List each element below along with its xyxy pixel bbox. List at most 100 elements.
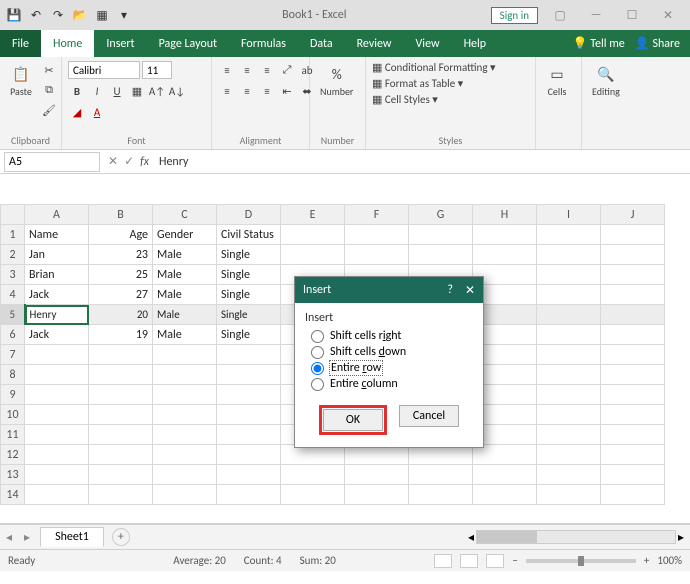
cell[interactable] — [153, 345, 217, 365]
cell[interactable] — [345, 225, 409, 245]
cell[interactable] — [89, 385, 153, 405]
cell[interactable] — [537, 245, 601, 265]
align-center-icon[interactable]: ≡ — [238, 82, 256, 100]
cell[interactable] — [25, 485, 89, 505]
cell[interactable] — [25, 465, 89, 485]
sign-in-button[interactable]: Sign in — [491, 7, 538, 24]
cell[interactable]: Name — [25, 225, 89, 245]
ok-button[interactable]: OK — [323, 409, 383, 431]
cell[interactable] — [281, 485, 345, 505]
cell[interactable] — [153, 445, 217, 465]
cell[interactable] — [473, 485, 537, 505]
cell[interactable] — [473, 225, 537, 245]
scroll-left-icon[interactable]: ◂ — [468, 530, 474, 545]
col-header[interactable]: E — [281, 205, 345, 225]
cell[interactable] — [25, 345, 89, 365]
cut-icon[interactable]: ✂ — [40, 61, 58, 79]
cell[interactable] — [537, 325, 601, 345]
maximize-icon[interactable]: ☐ — [618, 8, 646, 23]
cell[interactable]: Single — [217, 265, 281, 285]
cancel-button[interactable]: Cancel — [399, 405, 459, 427]
cell[interactable] — [281, 225, 345, 245]
row-header[interactable]: 8 — [1, 365, 25, 385]
row-header[interactable]: 4 — [1, 285, 25, 305]
paste-button[interactable]: 📋 Paste — [6, 61, 36, 100]
cell[interactable] — [473, 245, 537, 265]
row-header[interactable]: 9 — [1, 385, 25, 405]
cell[interactable] — [601, 445, 665, 465]
col-header[interactable]: F — [345, 205, 409, 225]
tab-review[interactable]: Review — [345, 30, 404, 57]
dialog-help-icon[interactable]: ? — [447, 283, 453, 298]
tab-file[interactable]: File — [0, 30, 41, 57]
cell[interactable] — [537, 265, 601, 285]
tab-data[interactable]: Data — [298, 30, 345, 57]
cell[interactable]: Single — [217, 325, 281, 345]
conditional-formatting-button[interactable]: ▦ Conditional Formatting ▾ — [372, 61, 496, 74]
row-header[interactable]: 3 — [1, 265, 25, 285]
cell[interactable] — [537, 425, 601, 445]
cell[interactable] — [601, 325, 665, 345]
cell[interactable] — [25, 405, 89, 425]
cell[interactable] — [601, 265, 665, 285]
cell[interactable] — [537, 225, 601, 245]
cell[interactable] — [281, 245, 345, 265]
row-header[interactable]: 11 — [1, 425, 25, 445]
cell[interactable] — [409, 485, 473, 505]
cell[interactable] — [89, 405, 153, 425]
cell[interactable] — [217, 345, 281, 365]
row-header[interactable]: 2 — [1, 245, 25, 265]
font-name-input[interactable] — [68, 61, 140, 79]
cell[interactable] — [537, 465, 601, 485]
col-header[interactable]: A — [25, 205, 89, 225]
align-left-icon[interactable]: ≡ — [218, 82, 236, 100]
cell[interactable]: Male — [153, 245, 217, 265]
tab-page-layout[interactable]: Page Layout — [147, 30, 229, 57]
cell[interactable]: Male — [153, 265, 217, 285]
cell[interactable] — [601, 405, 665, 425]
editing-button[interactable]: 🔍Editing — [588, 61, 624, 100]
cell[interactable] — [537, 405, 601, 425]
cell[interactable] — [601, 225, 665, 245]
cell[interactable]: Male — [153, 285, 217, 305]
cell[interactable] — [217, 405, 281, 425]
tab-nav-prev-icon[interactable]: ◂ — [0, 530, 18, 545]
cell[interactable]: Single — [217, 285, 281, 305]
tell-me[interactable]: 💡 Tell me — [573, 36, 625, 51]
undo-icon[interactable]: ↶ — [28, 7, 44, 23]
cell[interactable] — [89, 445, 153, 465]
cell[interactable] — [537, 485, 601, 505]
ribbon-display-icon[interactable]: ▢ — [546, 8, 574, 23]
cell[interactable] — [601, 485, 665, 505]
tab-view[interactable]: View — [404, 30, 452, 57]
orientation-icon[interactable]: ⤢ — [278, 61, 296, 79]
tab-home[interactable]: Home — [41, 30, 94, 57]
new-sheet-button[interactable]: + — [112, 528, 130, 546]
copy-icon[interactable]: ⧉ — [40, 81, 58, 99]
col-header[interactable]: J — [601, 205, 665, 225]
minimize-icon[interactable]: — — [582, 8, 610, 22]
cell[interactable] — [537, 345, 601, 365]
zoom-in-icon[interactable]: + — [644, 554, 649, 567]
tab-nav-next-icon[interactable]: ▸ — [18, 530, 36, 545]
cell[interactable]: Single — [217, 245, 281, 265]
align-right-icon[interactable]: ≡ — [258, 82, 276, 100]
row-header[interactable]: 1 — [1, 225, 25, 245]
open-icon[interactable]: 📂 — [72, 7, 88, 23]
cell[interactable] — [89, 485, 153, 505]
scroll-thumb[interactable] — [477, 531, 537, 543]
cell[interactable]: Jack — [25, 325, 89, 345]
cell[interactable] — [345, 245, 409, 265]
cell[interactable] — [409, 225, 473, 245]
cell[interactable] — [345, 465, 409, 485]
cell[interactable] — [25, 445, 89, 465]
font-color-button[interactable]: A — [88, 103, 106, 121]
cell[interactable] — [153, 485, 217, 505]
cell[interactable] — [601, 345, 665, 365]
cell[interactable]: 27 — [89, 285, 153, 305]
save-icon[interactable]: 💾 — [6, 7, 22, 23]
cell[interactable] — [601, 425, 665, 445]
cell[interactable] — [281, 465, 345, 485]
cell[interactable]: Age — [89, 225, 153, 245]
cells-button[interactable]: ▭Cells — [542, 61, 572, 100]
